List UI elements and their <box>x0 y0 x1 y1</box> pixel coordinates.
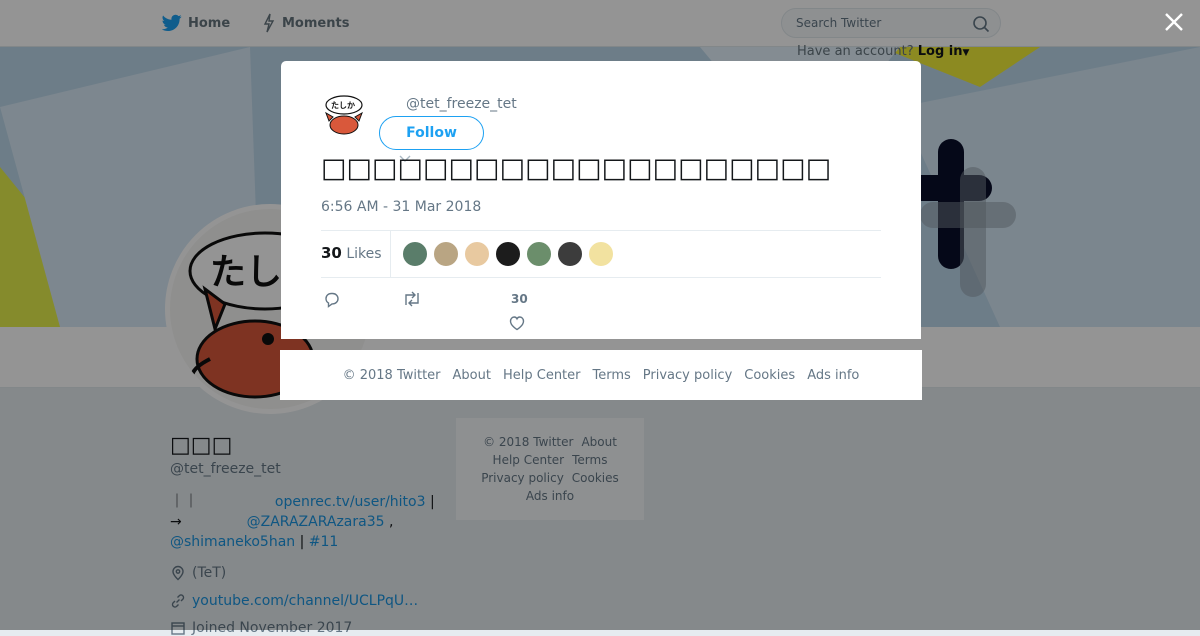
footer-help-link[interactable]: Help Center <box>503 368 581 383</box>
retweet-icon <box>405 291 419 307</box>
tweet-modal: たしか @tet_freeze_tet Follow □□□□□□□□□□□□□… <box>281 61 921 339</box>
footer-ads-link[interactable]: Ads info <box>807 368 859 383</box>
tweet-author-handle[interactable]: @tet_freeze_tet <box>406 96 517 112</box>
reply-button[interactable] <box>323 290 341 308</box>
liker-avatar[interactable] <box>588 241 614 267</box>
liker-avatar[interactable] <box>464 241 490 267</box>
like-action-count: 30 <box>511 292 528 306</box>
footer-copyright: © 2018 Twitter <box>342 367 441 383</box>
liker-avatar[interactable] <box>526 241 552 267</box>
liker-avatar[interactable] <box>402 241 428 267</box>
footer-cookies-link[interactable]: Cookies <box>744 368 795 383</box>
tweet-timestamp[interactable]: 6:56 AM - 31 Mar 2018 <box>321 199 481 215</box>
liker-avatar[interactable] <box>495 241 521 267</box>
footer-terms-link[interactable]: Terms <box>593 368 631 383</box>
svg-text:たしか: たしか <box>331 100 355 110</box>
heart-icon <box>509 316 525 331</box>
follow-button[interactable]: Follow <box>379 116 484 150</box>
tweet-text: □□□□□□□□□□□□□□□□□□□□ <box>321 153 832 184</box>
close-icon[interactable] <box>1162 10 1186 34</box>
modal-footer: © 2018 Twitter About Help Center Terms P… <box>280 350 922 400</box>
likes-label: Likes <box>346 246 382 262</box>
divider <box>321 277 881 278</box>
divider <box>390 231 391 277</box>
footer-privacy-link[interactable]: Privacy policy <box>643 368 732 383</box>
liker-avatar[interactable] <box>557 241 583 267</box>
liker-avatars <box>402 241 619 267</box>
likes-count: 30 <box>321 244 342 262</box>
reply-icon <box>325 292 339 308</box>
retweet-button[interactable] <box>402 290 422 308</box>
like-button[interactable] <box>508 314 526 332</box>
likes-count-block[interactable]: 30 Likes <box>321 244 382 262</box>
tweet-author-avatar[interactable]: たしか <box>321 93 367 139</box>
footer-about-link[interactable]: About <box>453 368 491 383</box>
divider <box>321 230 881 231</box>
liker-avatar[interactable] <box>433 241 459 267</box>
